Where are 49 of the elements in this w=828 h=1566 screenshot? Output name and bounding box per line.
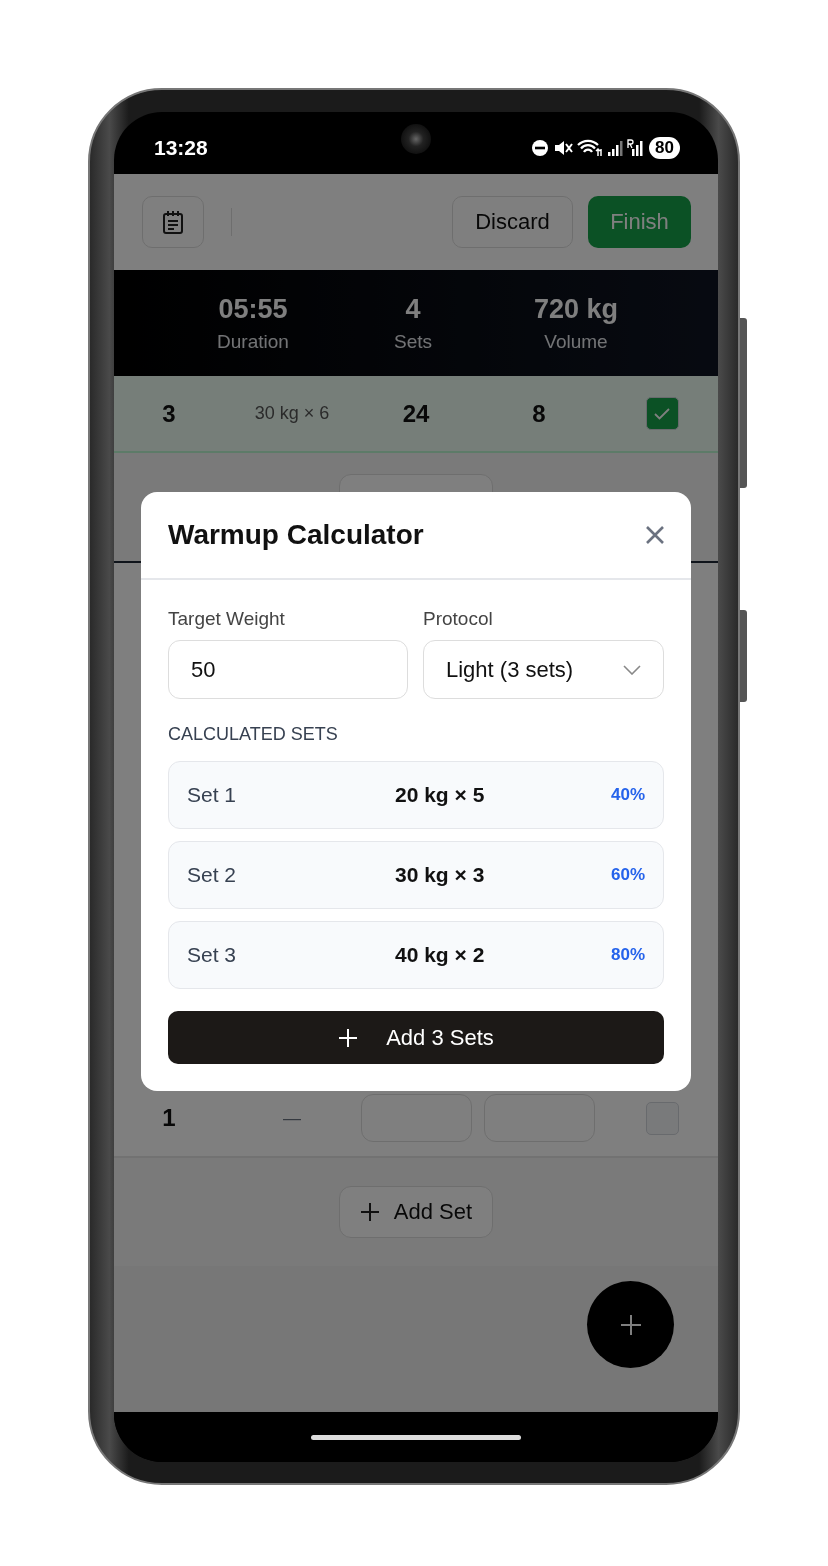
home-indicator[interactable]	[311, 1434, 521, 1440]
set-label: Set 3	[187, 943, 238, 967]
camera-icon	[401, 124, 431, 154]
set-label: Set 2	[187, 863, 238, 887]
dialog-title: Warmup Calculator	[168, 519, 424, 551]
stat-value: 720 kg	[533, 293, 619, 325]
close-icon	[645, 525, 665, 545]
weight-value[interactable]: 24	[402, 399, 430, 428]
plus-icon	[338, 1027, 359, 1048]
set-percentage: 60%	[610, 865, 645, 885]
reps-value[interactable]: 8	[532, 399, 546, 428]
stat-label: Volume	[544, 330, 608, 353]
set-load: 20 kg × 5	[394, 783, 485, 807]
do-not-disturb-icon	[531, 139, 550, 157]
status-time: 13:28	[154, 136, 208, 160]
previous-value: —	[283, 1107, 301, 1129]
plus-icon	[619, 1313, 642, 1336]
battery-indicator: 80	[649, 137, 680, 159]
stat-value: 4	[405, 293, 421, 325]
check-icon	[654, 407, 670, 420]
stat-label: Duration	[217, 330, 289, 353]
set-label: Set 1	[187, 783, 238, 807]
protocol-dropdown[interactable]: Light (3 sets)	[423, 640, 664, 699]
close-button[interactable]	[645, 525, 665, 545]
discard-button[interactable]: Discard	[452, 196, 573, 248]
field-label: Target Weight	[168, 608, 286, 630]
set-number: 1	[162, 1104, 176, 1132]
notes-button[interactable]	[142, 196, 204, 248]
clipboard-icon	[162, 210, 184, 234]
complete-checkbox[interactable]	[645, 397, 679, 430]
target-weight-field[interactable]: 50	[168, 640, 408, 699]
add-set-button[interactable]: Add Set	[339, 1186, 493, 1238]
signal-icon	[607, 139, 624, 157]
field-label: Protocol	[423, 608, 494, 630]
set-load: 40 kg × 2	[394, 943, 485, 967]
previous-value: 30 kg × 6	[254, 403, 330, 424]
wifi-icon	[577, 139, 604, 157]
set-percentage: 80%	[610, 945, 645, 965]
set-percentage: 40%	[610, 785, 645, 805]
add-sets-button[interactable]: Add 3 Sets	[168, 1011, 664, 1064]
set-load: 30 kg × 3	[394, 863, 485, 887]
section-title: CALCULATED SETS	[168, 723, 339, 745]
signal-icon	[627, 139, 646, 157]
mute-icon	[553, 139, 574, 157]
set-number: 3	[162, 399, 176, 428]
chevron-down-icon	[623, 664, 641, 675]
plus-icon	[359, 1202, 380, 1222]
stat-value: 05:55	[218, 293, 288, 325]
stat-label: Sets	[394, 330, 432, 353]
